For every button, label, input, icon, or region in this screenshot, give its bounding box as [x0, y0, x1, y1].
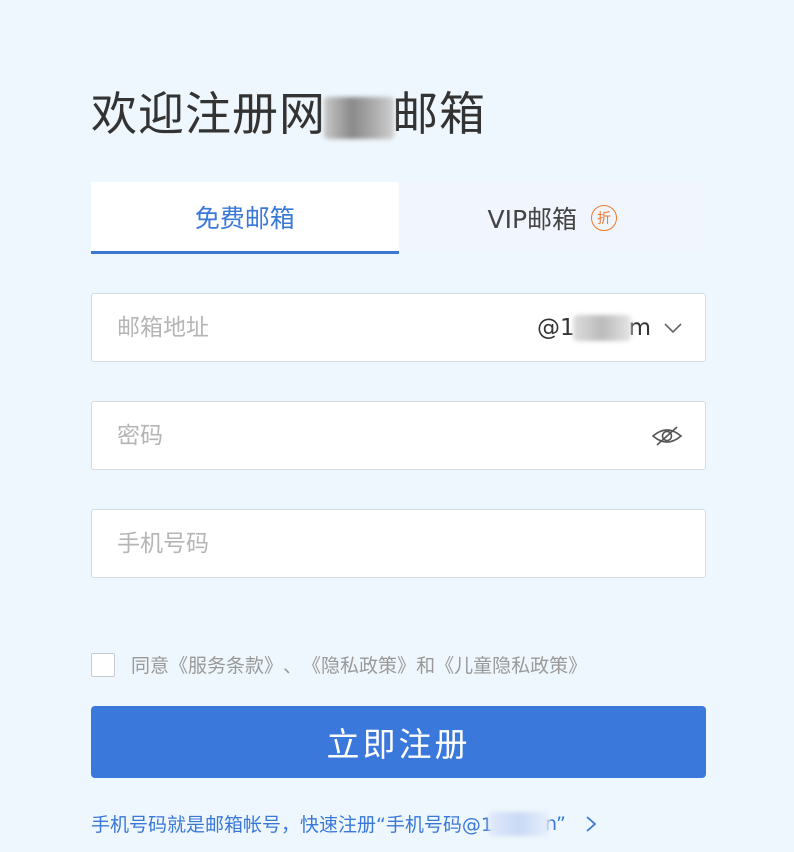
redacted-footer-domain [488, 811, 549, 836]
phone-number-input[interactable] [117, 530, 683, 557]
chevron-down-icon [664, 322, 682, 333]
chevron-right-icon [586, 815, 597, 832]
mailbox-type-tabs: 免费邮箱 VIP邮箱 折 [91, 182, 706, 254]
redacted-brand [324, 96, 394, 139]
phone-register-text-start: 手机号码就是邮箱帐号，快速注册“手机号码@1 [91, 814, 493, 836]
password-input[interactable] [117, 422, 651, 449]
domain-suffix: m [628, 314, 651, 341]
tab-vip-mailbox-label: VIP邮箱 [487, 205, 578, 234]
tab-free-mailbox[interactable]: 免费邮箱 [91, 182, 399, 254]
agreement-row: 同意 《服务条款》、《隐私政策》和《儿童隐私政策》 [91, 651, 587, 678]
agree-checkbox[interactable] [91, 652, 115, 677]
page-title: 欢迎注册网 邮箱 [91, 84, 486, 144]
register-button[interactable]: 立即注册 [91, 706, 706, 778]
domain-prefix: @1 [536, 314, 575, 341]
phone-field-wrapper [91, 509, 706, 578]
page-title-end: 邮箱 [392, 87, 486, 141]
agreement-and: 和 [416, 655, 436, 677]
agreement-prefix: 同意 [131, 655, 170, 677]
child-privacy-policy-link[interactable]: 《儿童隐私政策》 [435, 651, 587, 678]
phone-register-link[interactable]: 手机号码就是邮箱帐号，快速注册“手机号码@1 n” [91, 810, 598, 837]
email-address-input[interactable] [117, 314, 537, 341]
terms-of-service-link[interactable]: 《服务条款》 [169, 651, 283, 678]
page-title-start: 欢迎注册网 [91, 87, 326, 141]
discount-badge-icon: 折 [591, 205, 618, 231]
tab-free-mailbox-label: 免费邮箱 [194, 203, 295, 233]
email-field-wrapper: @1 m [91, 293, 706, 362]
eye-hidden-icon[interactable] [651, 424, 683, 448]
agreement-separator: 、 [283, 655, 303, 677]
tab-vip-mailbox[interactable]: VIP邮箱 折 [398, 182, 706, 254]
privacy-policy-link[interactable]: 《隐私政策》 [302, 651, 416, 678]
password-field-wrapper [91, 401, 706, 470]
redacted-domain [572, 314, 631, 341]
domain-select[interactable]: @1 m [536, 314, 683, 341]
